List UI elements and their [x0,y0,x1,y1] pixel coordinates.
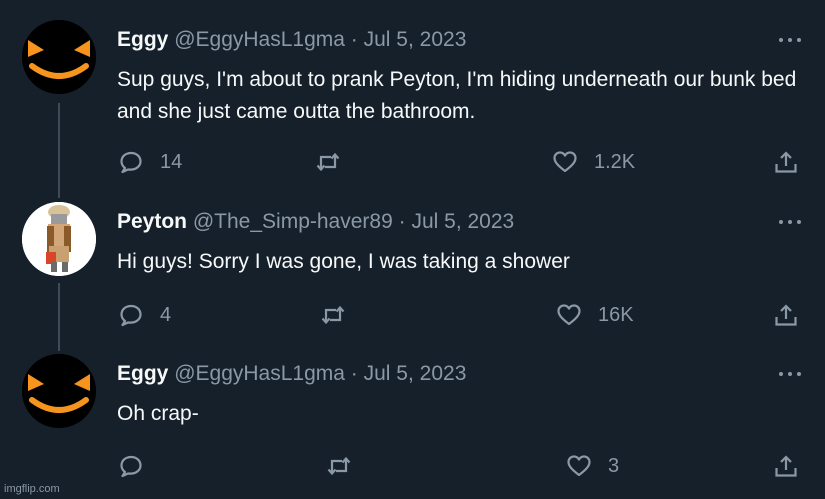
heart-icon [567,455,591,477]
heart-icon [553,151,577,173]
retweet-button[interactable] [320,300,346,330]
tweet-date[interactable]: Jul 5, 2023 [411,210,514,233]
user-handle[interactable]: @EggyHasL1gma [174,362,345,385]
reply-icon [120,304,142,327]
retweet-icon [321,306,345,324]
more-icon[interactable] [777,364,803,384]
like-count: 16K [598,303,634,326]
retweet-button[interactable] [326,451,352,481]
retweet-icon [327,457,351,475]
reply-count: 4 [160,303,172,326]
retweet-button[interactable] [315,147,341,177]
tweet-text: Sup guys, I'm about to prank Peyton, I'm… [117,68,797,123]
tweet-date[interactable]: Jul 5, 2023 [364,362,467,385]
separator: · [350,362,358,385]
share-icon [775,304,797,326]
eggy-avatar [22,20,96,94]
tweet-header: Eggy @EggyHasL1gma · Jul 5, 2023 [117,360,466,388]
display-name[interactable]: Eggy [117,362,168,385]
reply-icon [120,151,142,174]
tweet-header: Peyton @The_Simp-haver89 · Jul 5, 2023 [117,208,514,236]
tweet-actions: 14 1.2K [0,147,825,177]
reply-button[interactable]: 4 [118,300,171,330]
like-count: 1.2K [594,150,636,173]
tweet-header: Eggy @EggyHasL1gma · Jul 5, 2023 [117,26,466,54]
more-icon[interactable] [777,212,803,232]
share-button[interactable] [773,147,799,177]
avatar[interactable] [22,202,96,276]
separator: · [398,210,406,233]
display-name[interactable]: Peyton [117,210,187,233]
tweet-date[interactable]: Jul 5, 2023 [364,28,467,51]
share-button[interactable] [773,451,799,481]
reply-count: 14 [160,150,183,173]
share-icon [775,455,797,477]
peyton-avatar [22,202,96,276]
like-button[interactable]: 1.2K [552,147,635,177]
user-handle[interactable]: @The_Simp-haver89 [193,210,393,233]
like-button[interactable]: 16K [556,300,634,330]
avatar[interactable] [22,20,96,94]
user-handle[interactable]: @EggyHasL1gma [174,28,345,51]
tweet-actions: 4 16K [0,300,825,330]
share-icon [775,151,797,173]
tweet-actions: 3 [0,451,825,481]
heart-icon [557,304,581,326]
watermark: imgflip.com [4,483,60,495]
separator: · [350,28,358,51]
tweet-text: Oh crap- [117,402,199,425]
eggy-avatar [22,354,96,428]
tweet-text: Hi guys! Sorry I was gone, I was taking … [117,250,570,273]
more-icon[interactable] [777,30,803,50]
avatar[interactable] [22,354,96,428]
display-name[interactable]: Eggy [117,28,168,51]
reply-button[interactable] [118,451,144,481]
reply-icon [120,455,142,478]
like-button[interactable]: 3 [566,451,619,481]
retweet-icon [316,153,340,171]
like-count: 3 [608,454,620,477]
reply-button[interactable]: 14 [118,147,182,177]
share-button[interactable] [773,300,799,330]
